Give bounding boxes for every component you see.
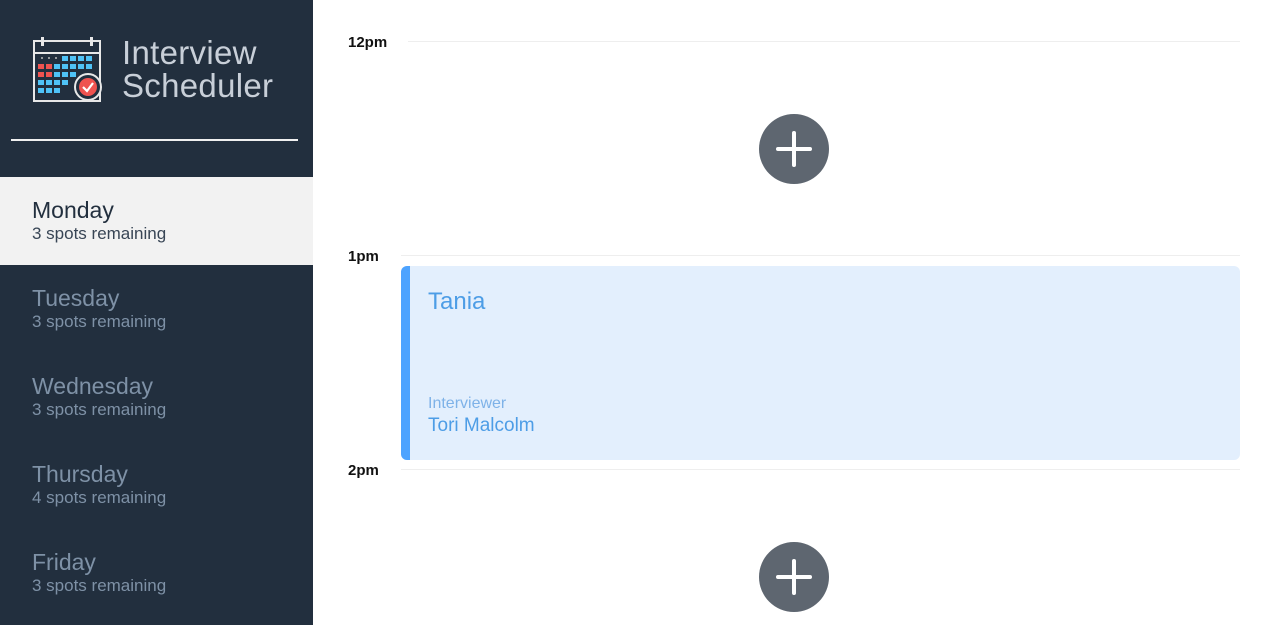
app-title: Interview Scheduler [122,36,273,102]
day-spots-remaining: 3 spots remaining [32,312,167,331]
day-item-wednesday[interactable]: Wednesday 3 spots remaining [0,353,313,441]
add-appointment-button[interactable] [759,542,829,612]
day-name: Tuesday [32,285,120,311]
appointment-accent-bar [401,266,410,460]
day-spots-remaining: 3 spots remaining [32,224,167,243]
day-name: Wednesday [32,373,154,399]
time-label-2pm: 2pm [348,462,379,479]
day-item-thursday[interactable]: Thursday 4 spots remaining [0,441,313,529]
time-label-12pm: 12pm [348,34,388,51]
app-title-line-1: Interview [122,34,257,71]
plus-icon [776,131,812,167]
time-divider [401,255,1240,256]
time-divider [401,469,1240,470]
day-spots-remaining: 3 spots remaining [32,576,167,595]
day-name: Monday [32,197,114,223]
day-name: Thursday [32,461,128,487]
day-spots-remaining: 3 spots remaining [32,400,167,419]
time-label-1pm: 1pm [348,248,379,265]
day-name: Friday [32,549,96,575]
day-item-monday[interactable]: Monday 3 spots remaining [0,177,313,265]
appointment-card[interactable]: Tania Interviewer Tori Malcolm [401,266,1240,460]
day-item-tuesday[interactable]: Tuesday 3 spots remaining [0,265,313,353]
student-name: Tania [428,288,486,315]
interviewer-label: Interviewer [428,395,507,412]
interviewer-name: Tori Malcolm [428,415,535,436]
sidebar: Interview Scheduler Monday 3 spots remai… [0,0,313,625]
add-appointment-button[interactable] [759,114,829,184]
day-item-friday[interactable]: Friday 3 spots remaining [0,529,313,617]
day-spots-remaining: 4 spots remaining [32,488,167,507]
calendar-check-icon [32,36,104,104]
plus-icon [776,559,812,595]
day-list: Monday 3 spots remaining Tuesday 3 spots… [0,177,313,617]
sidebar-divider [11,139,298,141]
time-divider [408,41,1240,42]
schedule: 12pm 1pm Tania Interviewer Tori Malcolm … [313,0,1262,625]
app-title-line-2: Scheduler [122,67,274,104]
